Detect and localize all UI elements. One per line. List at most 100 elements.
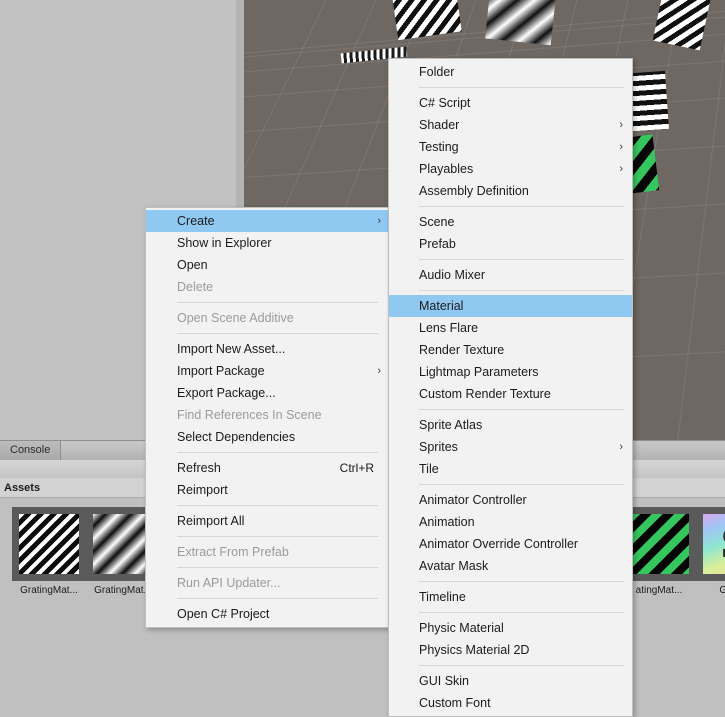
menu-item-sprites[interactable]: Sprites › (389, 436, 632, 458)
chevron-right-icon: › (619, 441, 623, 453)
menu-item-custom-font[interactable]: Custom Font (389, 692, 632, 714)
menu-item-label: C# Script (419, 96, 471, 110)
menu-item-reimport-all[interactable]: Reimport All (146, 510, 390, 532)
menu-item-label: Physics Material 2D (419, 643, 530, 657)
shader-rainbow-icon[interactable] (696, 507, 725, 581)
menu-item-tile[interactable]: Tile (389, 458, 632, 480)
menu-separator (419, 409, 624, 410)
tab-console[interactable]: Console (0, 441, 62, 460)
unity-editor-root: Console Assets GratingMat... GratingMat..… (0, 0, 725, 717)
menu-separator (419, 206, 624, 207)
menu-item-label: Render Texture (419, 343, 505, 357)
menu-item-label: Prefab (419, 237, 456, 251)
menu-item-assembly-definition[interactable]: Assembly Definition (389, 180, 632, 202)
menu-item-animator-controller[interactable]: Animator Controller (389, 489, 632, 511)
menu-item-reimport[interactable]: Reimport (146, 479, 390, 501)
menu-item-testing[interactable]: Testing › (389, 136, 632, 158)
menu-item-open[interactable]: Open (146, 254, 390, 276)
menu-item-material[interactable]: Material (389, 295, 632, 317)
asset-thumb-image (93, 514, 153, 574)
menu-item-c-script[interactable]: C# Script (389, 92, 632, 114)
asset-label: GratingMat... (20, 585, 78, 596)
menu-item-create[interactable]: Create › (146, 210, 390, 232)
menu-item-animator-override-controller[interactable]: Animator Override Controller (389, 533, 632, 555)
menu-item-label: Shader (419, 118, 460, 132)
menu-item-extract-from-prefab: Extract From Prefab (146, 541, 390, 563)
menu-separator (419, 290, 624, 291)
menu-separator (177, 452, 378, 453)
menu-item-label: Playables (419, 162, 474, 176)
menu-item-label: Import Package (177, 364, 265, 378)
menu-item-render-texture[interactable]: Render Texture (389, 339, 632, 361)
menu-item-physics-material-2d[interactable]: Physics Material 2D (389, 639, 632, 661)
menu-item-run-api-updater: Run API Updater... (146, 572, 390, 594)
menu-separator (419, 665, 624, 666)
menu-item-label: Lightmap Parameters (419, 365, 539, 379)
menu-item-label: Material (419, 299, 464, 313)
asset-label: atingMat... (635, 585, 683, 596)
menu-item-physic-material[interactable]: Physic Material (389, 617, 632, 639)
menu-item-import-new-asset[interactable]: Import New Asset... (146, 338, 390, 360)
menu-item-shader[interactable]: Shader › (389, 114, 632, 136)
asset-item[interactable]: GratingMat... (12, 507, 86, 596)
menu-item-label: Animator Controller (419, 493, 527, 507)
menu-item-label: Reimport (177, 483, 228, 497)
menu-item-label: Lens Flare (419, 321, 479, 335)
chevron-right-icon: › (619, 119, 623, 131)
grating-bw-diagonal-sharp[interactable] (12, 507, 86, 581)
asset-context-menu[interactable]: Create › Show in Explorer Open Delete Open Sc… (145, 207, 391, 628)
asset-item[interactable]: atingMat... (622, 507, 696, 596)
menu-item-custom-render-texture[interactable]: Custom Render Texture (389, 383, 632, 405)
menu-item-label: Open C# Project (177, 607, 270, 621)
menu-item-prefab[interactable]: Prefab (389, 233, 632, 255)
menu-item-label: Avatar Mask (419, 559, 489, 573)
menu-item-timeline[interactable]: Timeline (389, 586, 632, 608)
menu-item-import-package[interactable]: Import Package › (146, 360, 390, 382)
menu-item-find-references-in-scene: Find References In Scene (146, 404, 390, 426)
menu-item-label: Find References In Scene (177, 408, 322, 422)
menu-item-label: Open (177, 258, 208, 272)
menu-item-shortcut: Ctrl+R (339, 461, 374, 475)
menu-item-label: Reimport All (177, 514, 245, 528)
menu-separator (177, 505, 378, 506)
menu-item-refresh[interactable]: Refresh Ctrl+R (146, 457, 390, 479)
menu-item-open-c-project[interactable]: Open C# Project (146, 603, 390, 625)
menu-item-sprite-atlas[interactable]: Sprite Atlas (389, 414, 632, 436)
create-submenu[interactable]: Folder C# Script Shader › Testing › Playables ›… (388, 58, 633, 717)
menu-item-show-in-explorer[interactable]: Show in Explorer (146, 232, 390, 254)
menu-item-label: Folder (419, 65, 455, 79)
asset-item[interactable]: Gratin (696, 507, 725, 596)
scene-quad[interactable] (485, 0, 557, 46)
menu-item-label: Sprites (419, 440, 458, 454)
menu-separator (177, 598, 378, 599)
menu-item-folder[interactable]: Folder (389, 61, 632, 83)
menu-item-animation[interactable]: Animation (389, 511, 632, 533)
menu-item-export-package[interactable]: Export Package... (146, 382, 390, 404)
menu-item-label: Scene (419, 215, 455, 229)
menu-item-open-scene-additive: Open Scene Additive (146, 307, 390, 329)
menu-separator (177, 536, 378, 537)
menu-item-playables[interactable]: Playables › (389, 158, 632, 180)
menu-item-scene[interactable]: Scene (389, 211, 632, 233)
menu-item-audio-mixer[interactable]: Audio Mixer (389, 264, 632, 286)
chevron-right-icon: › (377, 215, 381, 227)
chevron-right-icon: › (377, 365, 381, 377)
menu-item-label: Create (177, 214, 215, 228)
menu-item-label: Show in Explorer (177, 236, 272, 250)
menu-item-lightmap-parameters[interactable]: Lightmap Parameters (389, 361, 632, 383)
menu-separator (419, 484, 624, 485)
scene-quad[interactable] (652, 0, 712, 51)
grid-line (663, 0, 725, 440)
menu-separator (419, 87, 624, 88)
menu-item-avatar-mask[interactable]: Avatar Mask (389, 555, 632, 577)
menu-item-lens-flare[interactable]: Lens Flare (389, 317, 632, 339)
grating-green-diagonal[interactable] (622, 507, 696, 581)
menu-item-label: Import New Asset... (177, 342, 286, 356)
menu-item-select-dependencies[interactable]: Select Dependencies (146, 426, 390, 448)
menu-item-label: Open Scene Additive (177, 311, 294, 325)
menu-item-label: Delete (177, 280, 214, 294)
asset-label: Gratin (719, 585, 725, 596)
menu-item-gui-skin[interactable]: GUI Skin (389, 670, 632, 692)
menu-separator (419, 581, 624, 582)
menu-separator (419, 612, 624, 613)
